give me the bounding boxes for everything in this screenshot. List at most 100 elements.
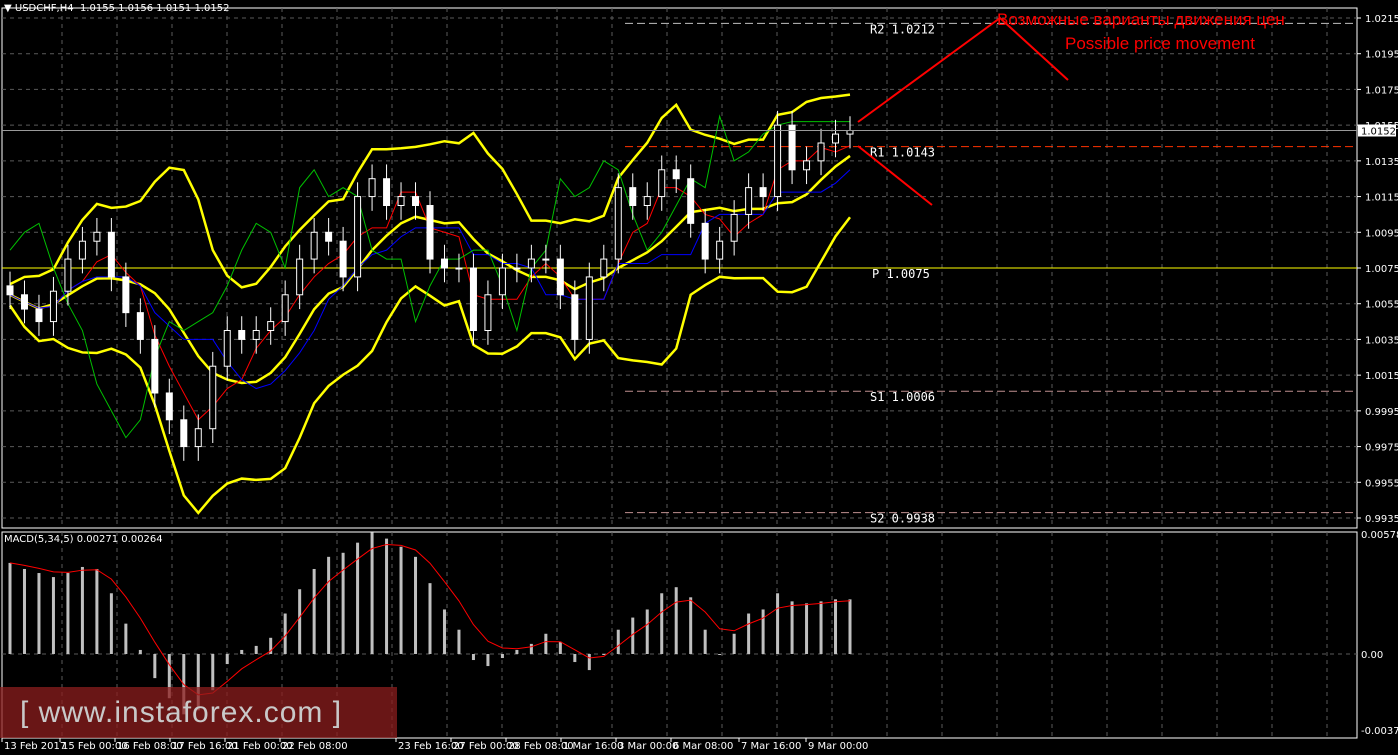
macd-bar bbox=[428, 583, 432, 654]
candle-body bbox=[542, 258, 550, 261]
macd-bar bbox=[312, 568, 316, 654]
macd-bar bbox=[848, 599, 852, 654]
current-price-label: 1.0152 bbox=[1361, 127, 1396, 138]
candle-body bbox=[803, 160, 811, 171]
annotation-en: Possible price movement bbox=[1065, 34, 1255, 53]
watermark: [ www.instaforex.com ] bbox=[0, 687, 397, 738]
macd-bar bbox=[51, 577, 55, 654]
macd-bar bbox=[254, 645, 258, 654]
candle-body bbox=[64, 258, 72, 292]
pivot-level-label: S2 0.9938 bbox=[870, 512, 935, 526]
macd-bar bbox=[124, 623, 128, 654]
candle-body bbox=[383, 178, 391, 206]
pivot-level-label: P 1.0075 bbox=[872, 267, 930, 281]
candle-body bbox=[658, 169, 666, 198]
macd-bar bbox=[80, 566, 84, 654]
candle-body bbox=[339, 240, 347, 278]
macd-bar bbox=[587, 654, 591, 671]
macd-bar bbox=[689, 597, 693, 654]
candle-body bbox=[614, 187, 622, 260]
macd-bar bbox=[298, 589, 302, 654]
chart-header: ▼ USDCHF,H4 1.0155 1.0156 1.0151 1.0152 bbox=[4, 3, 229, 14]
price-tick-label: 1.0135 bbox=[1365, 157, 1398, 168]
macd-bar bbox=[399, 546, 403, 654]
macd-bar bbox=[573, 654, 577, 663]
candle-body bbox=[672, 169, 680, 180]
macd-bar bbox=[66, 573, 70, 654]
candle-body bbox=[180, 419, 188, 448]
candle-body bbox=[107, 231, 115, 278]
macd-tick-label: 0.00578 bbox=[1361, 530, 1398, 541]
candle-body bbox=[716, 240, 724, 260]
macd-bar bbox=[442, 609, 446, 654]
macd-bar bbox=[341, 552, 345, 654]
price-tick-label: 0.9995 bbox=[1365, 407, 1398, 418]
macd-bar bbox=[486, 654, 490, 667]
macd-bar bbox=[819, 601, 823, 654]
price-chart[interactable]: 1.02151.01951.01751.01551.01351.01151.00… bbox=[0, 0, 1398, 755]
macd-bar bbox=[776, 593, 780, 654]
price-tick-label: 0.9955 bbox=[1365, 478, 1398, 489]
candle-body bbox=[310, 231, 318, 260]
macd-bar bbox=[544, 633, 548, 654]
candle-body bbox=[20, 294, 28, 310]
macd-bar bbox=[732, 633, 736, 654]
macd-bar bbox=[327, 556, 331, 654]
candle-body bbox=[325, 231, 333, 242]
candle-body bbox=[730, 213, 738, 242]
macd-header: MACD(5,34,5) 0.00271 0.00264 bbox=[4, 534, 163, 545]
candle-body bbox=[136, 312, 144, 340]
macd-bar bbox=[370, 532, 374, 654]
price-tick-label: 1.0055 bbox=[1365, 300, 1398, 311]
candle-body bbox=[6, 285, 14, 296]
macd-bar bbox=[616, 629, 620, 654]
macd-bar bbox=[660, 593, 664, 654]
annotation-ru: Возможные варианты движения цен bbox=[997, 10, 1285, 29]
price-tick-label: 0.9975 bbox=[1365, 443, 1398, 454]
macd-bar bbox=[602, 654, 606, 655]
macd-bar bbox=[457, 629, 461, 654]
macd-bar bbox=[414, 556, 418, 654]
price-tick-label: 1.0015 bbox=[1365, 371, 1398, 382]
candle-body bbox=[774, 124, 782, 198]
candle-body bbox=[629, 187, 637, 206]
candle-body bbox=[817, 142, 825, 162]
candle-body bbox=[788, 124, 796, 171]
time-label: 22 Feb 08:00 bbox=[282, 741, 348, 752]
ohlc-values: 1.0155 1.0156 1.0151 1.0152 bbox=[79, 3, 230, 14]
macd-bar bbox=[153, 654, 157, 679]
time-label: 9 Mar 00:00 bbox=[808, 741, 868, 752]
macd-bar bbox=[718, 654, 722, 655]
candle-body bbox=[194, 428, 202, 448]
symbol-label: USDCHF,H4 bbox=[14, 3, 74, 14]
candle-body bbox=[238, 330, 246, 340]
macd-bar bbox=[385, 538, 389, 654]
candle-body bbox=[556, 258, 564, 296]
macd-bar bbox=[37, 573, 41, 654]
macd-bar bbox=[805, 603, 809, 654]
candle-body bbox=[93, 231, 101, 242]
collapse-triangle-icon[interactable]: ▼ bbox=[4, 3, 12, 14]
candle-body bbox=[455, 267, 463, 270]
price-tick-label: 1.0035 bbox=[1365, 335, 1398, 346]
macd-bar bbox=[747, 613, 751, 654]
macd-bar bbox=[471, 654, 475, 661]
pivot-level-label: R1 1.0143 bbox=[870, 146, 935, 160]
price-tick-label: 1.0095 bbox=[1365, 228, 1398, 239]
price-tick-label: 1.0195 bbox=[1365, 50, 1398, 61]
candle-body bbox=[354, 196, 362, 278]
candle-body bbox=[527, 258, 535, 269]
macd-tick-label: -0.00378 bbox=[1361, 726, 1398, 737]
candle-body bbox=[745, 187, 753, 215]
price-tick-label: 1.0215 bbox=[1365, 14, 1398, 25]
candle-body bbox=[701, 222, 709, 260]
candle-body bbox=[426, 205, 434, 260]
macd-bar bbox=[515, 649, 519, 654]
candle-body bbox=[368, 178, 376, 198]
price-tick-label: 0.9935 bbox=[1365, 514, 1398, 525]
time-label: 3 Mar 00:00 bbox=[618, 741, 678, 752]
macd-bar bbox=[645, 609, 649, 654]
candle-body bbox=[296, 258, 304, 296]
macd-tick-label: 0.00 bbox=[1361, 650, 1383, 661]
candle-body bbox=[687, 178, 695, 224]
